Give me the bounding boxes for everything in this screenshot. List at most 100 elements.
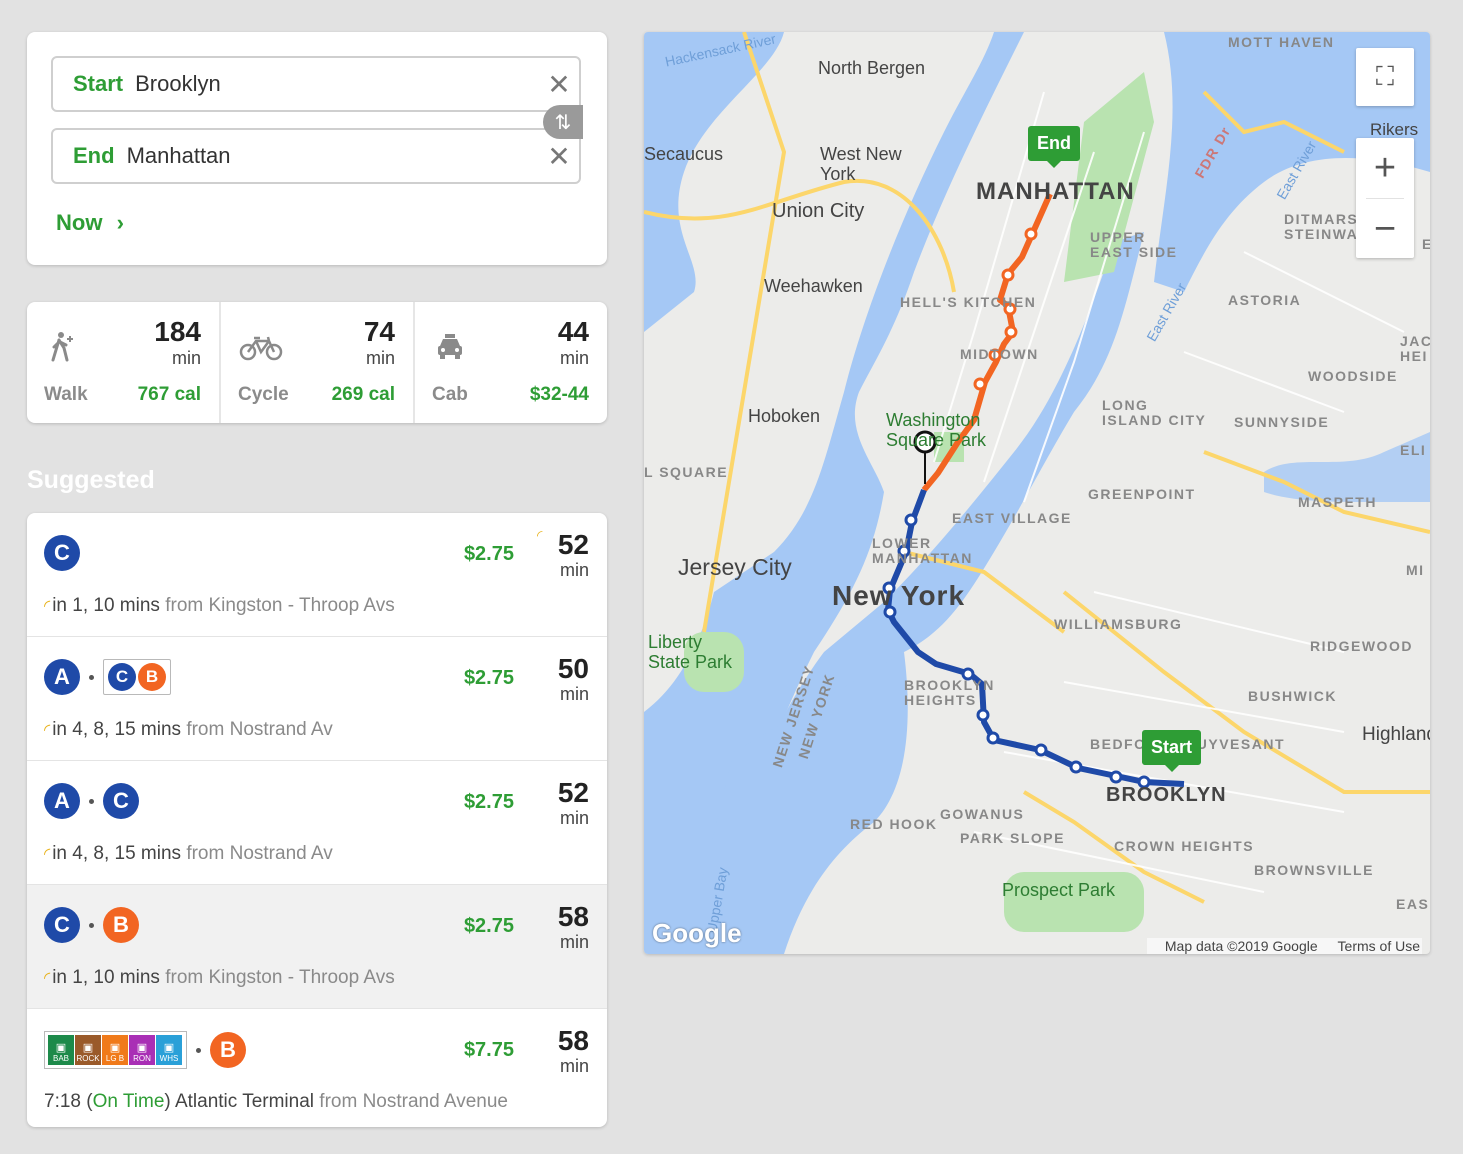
map-label: MANHATTAN xyxy=(976,178,1135,205)
walk-icon xyxy=(51,332,73,362)
route-fare: $2.75 xyxy=(463,543,514,565)
route-option-5[interactable]: ▣ BAB ▣ ROCK ▣ LG B ▣ RON ▣ WHS B $7.75 58 mi… xyxy=(27,1009,607,1127)
subway-line-badge-b: B xyxy=(103,907,139,943)
map-label: MASPETH xyxy=(1298,494,1377,510)
route-option-3[interactable]: A C $2.75 52 min ◜ in 4, 8, 15 mins from … xyxy=(27,761,607,885)
clear-end-close-icon[interactable]: ✕ xyxy=(539,140,579,173)
cycle-unit: min xyxy=(365,348,395,368)
mode-cab[interactable]: 44 min Cab $32-44 xyxy=(415,302,607,423)
end-field[interactable]: End Manhattan ✕ xyxy=(51,128,581,184)
departure-time-label: Now xyxy=(56,210,103,235)
departure-stop: Nostrand Av xyxy=(229,719,333,740)
map-label: RIDGEWOOD xyxy=(1310,638,1413,654)
clear-start-close-icon[interactable]: ✕ xyxy=(539,68,579,101)
map-label: BROOKLYN HEIGHTS xyxy=(904,677,995,708)
departure-time-button[interactable]: Now › xyxy=(56,210,124,236)
route-fare: $2.75 xyxy=(463,667,514,689)
route-lines: C B xyxy=(44,907,139,943)
map-label: L SQUARE xyxy=(644,464,729,480)
zoom-out-button[interactable]: − xyxy=(1356,199,1414,259)
walk-duration: 184 xyxy=(154,316,201,347)
map-data-credit: Map data ©2019 Google xyxy=(1164,938,1318,954)
route-option-1[interactable]: C $2.75 ◜ 52 min ◜ in 1, 10 mins from Kin… xyxy=(27,513,607,637)
route-fare: $2.75 xyxy=(463,791,514,813)
map-label: LONG ISLAND CITY xyxy=(1102,397,1207,428)
route-duration: 52 xyxy=(557,777,589,808)
walk-calories: 767 cal xyxy=(137,384,201,405)
map-label: BROWNSVILLE xyxy=(1254,862,1374,878)
map-label: GREENPOINT xyxy=(1088,486,1196,502)
on-time-status: On Time xyxy=(92,1091,165,1112)
google-logo: Google xyxy=(652,918,742,948)
train-icon: ▣ ROCK xyxy=(75,1035,101,1065)
map-label: GOWANUS xyxy=(940,806,1025,822)
end-label: End xyxy=(73,143,115,168)
train-icon: ▣ LG B xyxy=(102,1035,128,1065)
route-lines: A C B xyxy=(44,659,171,695)
map-label: PARK SLOPE xyxy=(960,830,1065,846)
end-input[interactable]: Manhattan xyxy=(127,143,539,169)
cab-unit: min xyxy=(559,348,589,368)
from-word: from xyxy=(186,843,225,864)
route-next-departures: ◜ in 1, 10 mins from Kingston - Throop Av… xyxy=(44,967,395,989)
cycle-duration: 74 xyxy=(363,316,395,347)
route-duration: 52 xyxy=(557,529,589,560)
departure-time: 7:18 xyxy=(44,1091,81,1112)
map-label: E xyxy=(1422,236,1430,252)
route-search-card: Start Brooklyn ✕ End Manhattan ✕ ⇅ Now › xyxy=(27,32,607,265)
route-fare: $2.75 xyxy=(463,915,514,937)
departure-times: in 4, 8, 15 mins xyxy=(52,719,182,740)
subway-line-badge-c: C xyxy=(44,907,80,943)
map-label: WOODSIDE xyxy=(1308,368,1398,384)
route-duration-unit: min xyxy=(559,560,589,580)
route-next-departures: 7:18 (On Time) Atlantic Terminal from No… xyxy=(44,1091,509,1112)
route-option-2[interactable]: A C B $2.75 50 min ◜ in 4, 8, 15 mins fro… xyxy=(27,637,607,761)
realtime-icon: ◜ xyxy=(44,970,51,987)
train-icon: ▣ WHS xyxy=(156,1035,182,1065)
map-label: Hoboken xyxy=(748,406,821,426)
map-label: MI xyxy=(1406,562,1425,578)
mode-walk[interactable]: 184 min Walk 767 cal xyxy=(27,302,221,423)
map-label: MIDTOWN xyxy=(960,346,1039,362)
route-map[interactable]: Hackensack River North Bergen MOTT HAVEN… xyxy=(644,32,1430,954)
map-label: ASTORIA xyxy=(1228,292,1302,308)
terms-of-use-link[interactable]: Terms of Use xyxy=(1338,938,1420,954)
route-option-4[interactable]: C B $2.75 58 min ◜ in 1, 10 mins from Kin… xyxy=(27,885,607,1009)
map-label: HELL'S KITCHEN xyxy=(900,294,1037,310)
map-label: LOWER MANHATTAN xyxy=(872,535,973,566)
cab-duration: 44 xyxy=(557,316,589,347)
route-next-departures: ◜ in 4, 8, 15 mins from Nostrand Av xyxy=(44,719,333,741)
route-duration-unit: min xyxy=(559,808,589,828)
departure-stop: Kingston - Throop Avs xyxy=(208,595,395,616)
route-lines: ▣ BAB ▣ ROCK ▣ LG B ▣ RON ▣ WHS B xyxy=(44,1031,246,1069)
mode-cycle[interactable]: 74 min Cycle 269 cal xyxy=(221,302,415,423)
route-duration-unit: min xyxy=(559,1056,589,1076)
subway-line-badge-c: C xyxy=(103,783,139,819)
map-label: ELI xyxy=(1400,442,1427,458)
map-label: Jersey City xyxy=(678,554,792,580)
route-next-departures: ◜ in 4, 8, 15 mins from Nostrand Av xyxy=(44,843,333,865)
map-attribution: Map data ©2019 Google Terms of Use xyxy=(1146,938,1422,954)
map-label: UPPER EAST SIDE xyxy=(1090,229,1178,260)
start-pin[interactable]: Start xyxy=(1142,730,1202,772)
realtime-icon: ◜ xyxy=(44,598,51,615)
from-word: from xyxy=(186,719,225,740)
map-label: Liberty State Park xyxy=(648,632,733,672)
zoom-in-button[interactable]: + xyxy=(1356,138,1414,198)
map-canvas[interactable] xyxy=(644,32,1430,954)
route-duration-unit: min xyxy=(559,932,589,952)
fullscreen-icon[interactable]: ⛶ xyxy=(1356,48,1414,106)
end-pin[interactable]: End xyxy=(1028,126,1080,168)
route-duration: 50 xyxy=(557,653,589,684)
swap-icon[interactable]: ⇅ xyxy=(543,105,583,139)
map-label: West New York xyxy=(820,144,902,184)
start-input[interactable]: Brooklyn xyxy=(135,71,539,97)
map-label: EAS xyxy=(1396,896,1430,912)
map-label: BROOKLYN xyxy=(1106,784,1227,806)
suggested-routes-list: C $2.75 ◜ 52 min ◜ in 1, 10 mins from Kin… xyxy=(27,513,607,1127)
start-field[interactable]: Start Brooklyn ✕ xyxy=(51,56,581,112)
map-label: Rikers xyxy=(1370,120,1419,139)
map-label: MOTT HAVEN xyxy=(1228,34,1335,50)
separator-dot xyxy=(89,798,94,804)
map-label: EAST VILLAGE xyxy=(952,510,1072,526)
